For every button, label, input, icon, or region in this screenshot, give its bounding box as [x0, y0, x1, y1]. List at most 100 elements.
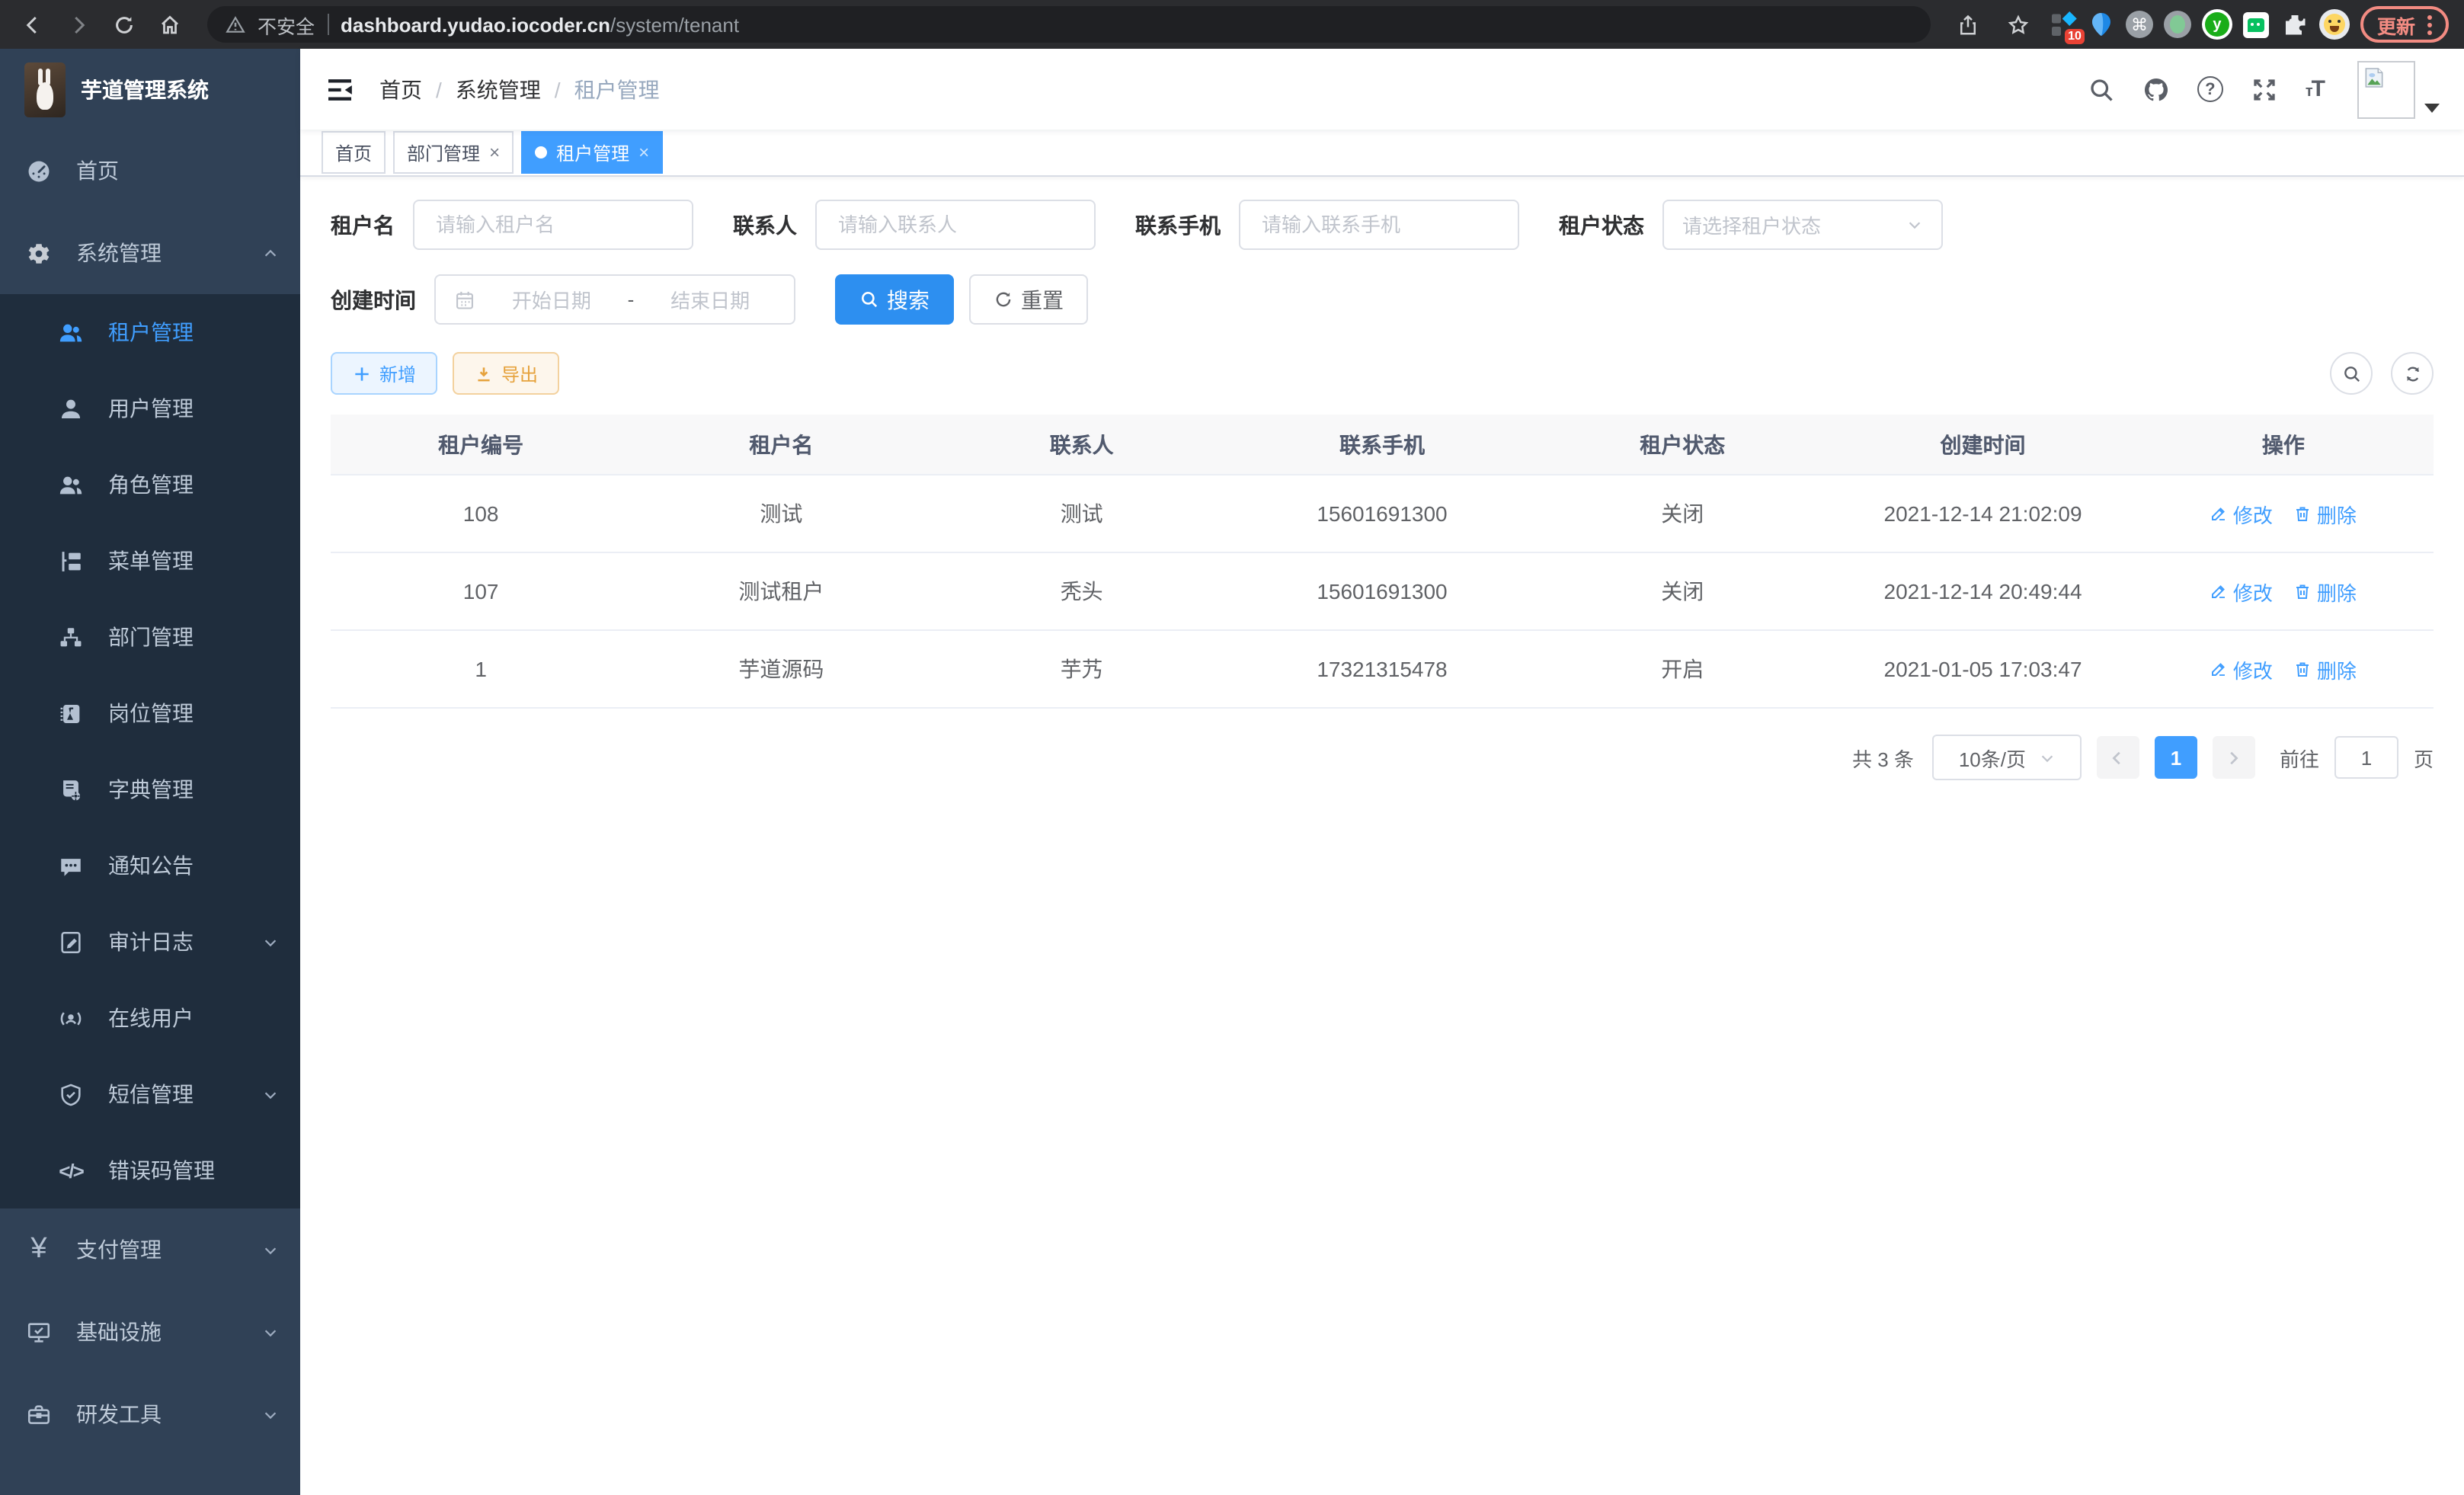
browser-forward-button[interactable] [58, 5, 98, 44]
extension-chat-icon[interactable] [2243, 11, 2270, 38]
chevron-down-icon [2038, 749, 2055, 766]
sidebar-item-menu[interactable]: 菜单管理 [0, 523, 300, 599]
app-title: 芋道管理系统 [81, 74, 209, 104]
sidebar-item-errcode[interactable]: </> 错误码管理 [0, 1132, 300, 1208]
toolbox-icon [26, 1401, 52, 1427]
close-icon[interactable]: × [638, 143, 649, 162]
sidebar-item-pay[interactable]: ¥ 支付管理 [0, 1208, 300, 1291]
close-icon[interactable]: × [489, 143, 500, 162]
page-number-1[interactable]: 1 [2155, 736, 2197, 779]
col-mobile: 联系手机 [1232, 415, 1532, 475]
browser-home-button[interactable] [149, 5, 189, 44]
extension-kite-icon[interactable] [2088, 11, 2115, 38]
sidebar-item-audit-log[interactable]: 审计日志 [0, 904, 300, 980]
breadcrumb-current: 租户管理 [574, 74, 660, 104]
browser-reload-button[interactable] [104, 5, 143, 44]
chevron-down-icon [262, 1086, 279, 1103]
page-size-select[interactable]: 10条/页 [1932, 735, 2082, 780]
sidebar-item-post[interactable]: 岗位管理 [0, 675, 300, 751]
col-created: 创建时间 [1832, 415, 2133, 475]
log-icon [58, 929, 84, 955]
sidebar-item-online-users[interactable]: 在线用户 [0, 980, 300, 1056]
browser-update-button[interactable]: 更新 [2360, 6, 2449, 43]
browser-actions: 10 ⌘ y 更新 [1949, 5, 2452, 44]
chevron-down-icon [1906, 216, 1923, 233]
col-actions: 操作 [2133, 415, 2434, 475]
browser-menu-icon[interactable] [2427, 14, 2432, 34]
edit-icon [2210, 504, 2229, 523]
trash-icon [2294, 504, 2312, 523]
extension-tab-manager-icon[interactable]: 10 [2050, 11, 2077, 38]
edit-link[interactable]: 修改 [2210, 577, 2273, 606]
goto-label: 前往 [2280, 743, 2319, 772]
reset-button[interactable]: 重置 [969, 274, 1088, 325]
tenant-name-input[interactable] [433, 212, 674, 238]
prev-page-button[interactable] [2097, 736, 2139, 779]
refresh-table-button[interactable] [2391, 352, 2434, 395]
col-tenant-name: 租户名 [631, 415, 931, 475]
share-button[interactable] [1949, 5, 1989, 44]
filter-contact: 联系人 [733, 200, 1096, 250]
sidebar-fold-icon[interactable] [325, 74, 355, 104]
user-avatar-menu[interactable] [2357, 60, 2440, 118]
screen: 不安全 dashboard.yudao.iocoder.cn/system/te… [0, 0, 2464, 1495]
col-contact: 联系人 [932, 415, 1232, 475]
url-path: /system/tenant [610, 13, 739, 36]
breadcrumb-system[interactable]: 系统管理 [456, 74, 541, 104]
mobile-input[interactable] [1259, 212, 1499, 238]
url-bar[interactable]: 不安全 dashboard.yudao.iocoder.cn/system/te… [207, 6, 1931, 43]
extensions-puzzle-icon[interactable] [2281, 11, 2309, 38]
add-button[interactable]: 新增 [331, 352, 437, 395]
show-search-toggle-button[interactable] [2330, 352, 2373, 395]
tab-tenant[interactable]: 租户管理 × [521, 131, 663, 174]
font-size-icon[interactable]: тT [2306, 76, 2324, 102]
sidebar-item-sms[interactable]: 短信管理 [0, 1056, 300, 1132]
sidebar-item-user[interactable]: 用户管理 [0, 370, 300, 447]
help-icon[interactable]: ? [2197, 76, 2223, 102]
profile-avatar-icon[interactable] [2319, 9, 2350, 40]
sidebar-item-role[interactable]: 角色管理 [0, 447, 300, 523]
tab-dept[interactable]: 部门管理 × [393, 131, 514, 174]
filter-mobile: 联系手机 [1135, 200, 1519, 250]
sidebar-item-system[interactable]: 系统管理 [0, 212, 300, 294]
github-icon[interactable] [2142, 75, 2170, 103]
header-search-icon[interactable] [2088, 75, 2115, 103]
delete-link[interactable]: 删除 [2294, 499, 2357, 528]
roles-icon [58, 472, 84, 498]
export-button[interactable]: 导出 [453, 352, 559, 395]
edit-link[interactable]: 修改 [2210, 655, 2273, 683]
sidebar-item-dept[interactable]: 部门管理 [0, 599, 300, 675]
sidebar-item-dict[interactable]: 字典管理 [0, 751, 300, 828]
sidebar-logo[interactable]: 芋道管理系统 [0, 49, 300, 130]
chevron-up-icon [262, 245, 279, 261]
contact-input[interactable] [835, 212, 1076, 238]
header-actions: ? тT [2088, 60, 2440, 118]
extension-recorder-icon[interactable] [2164, 11, 2191, 38]
delete-link[interactable]: 删除 [2294, 655, 2357, 683]
date-range-picker[interactable]: 开始日期 - 结束日期 [434, 274, 795, 325]
filter-status: 租户状态 请选择租户状态 [1559, 200, 1943, 250]
star-icon [2008, 13, 2030, 36]
sidebar-item-home[interactable]: 首页 [0, 130, 300, 212]
fullscreen-icon[interactable] [2251, 75, 2278, 103]
avatar-caret-icon [2424, 103, 2440, 112]
sidebar-item-infra[interactable]: 基础设施 [0, 1291, 300, 1373]
calendar-icon [454, 289, 475, 310]
extension-green-y-icon[interactable]: y [2202, 9, 2232, 40]
delete-link[interactable]: 删除 [2294, 577, 2357, 606]
tab-home[interactable]: 首页 [322, 131, 386, 174]
download-icon [474, 363, 494, 383]
search-button[interactable]: 搜索 [835, 274, 954, 325]
sidebar-item-devtools[interactable]: 研发工具 [0, 1373, 300, 1455]
sidebar-item-tenant[interactable]: 租户管理 [0, 294, 300, 370]
sidebar-item-notice[interactable]: 通知公告 [0, 828, 300, 904]
edit-link[interactable]: 修改 [2210, 499, 2273, 528]
share-icon [1957, 13, 1980, 36]
extension-cmd-icon[interactable]: ⌘ [2126, 11, 2153, 38]
status-select[interactable]: 请选择租户状态 [1662, 200, 1943, 250]
goto-page-input[interactable] [2334, 736, 2398, 779]
browser-back-button[interactable] [12, 5, 52, 44]
breadcrumb-home[interactable]: 首页 [379, 74, 422, 104]
next-page-button[interactable] [2213, 736, 2255, 779]
bookmark-star-button[interactable] [1999, 5, 2039, 44]
